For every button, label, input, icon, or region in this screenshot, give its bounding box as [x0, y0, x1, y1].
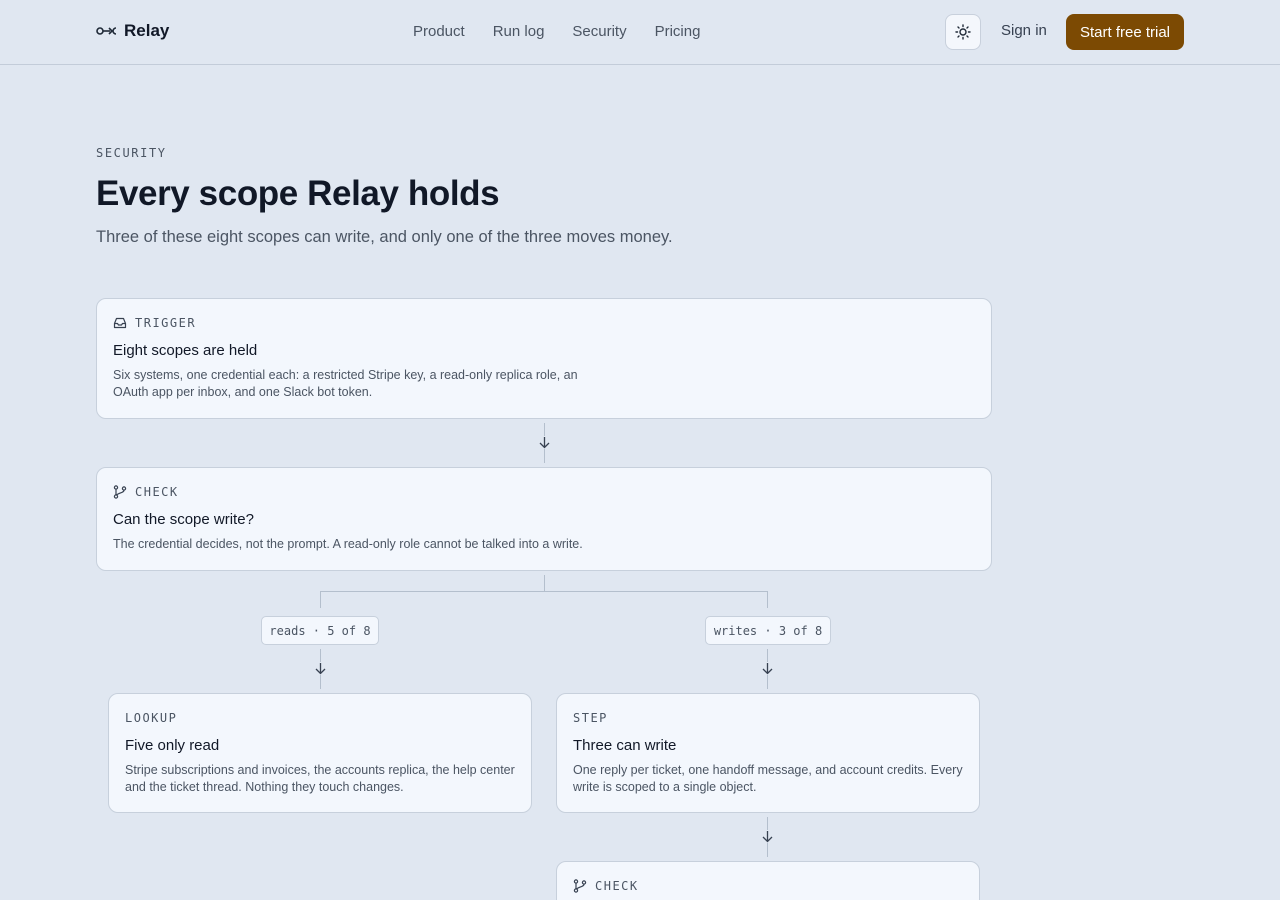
- inbox-icon: [113, 317, 127, 329]
- brand-logo[interactable]: Relay: [96, 21, 169, 41]
- brand-name: Relay: [124, 21, 170, 40]
- git-branch-icon: [113, 485, 127, 499]
- check-card: CHECK Can the scope write? The credentia…: [96, 467, 992, 571]
- nav-pricing[interactable]: Pricing: [655, 23, 701, 40]
- lookup-card: LOOKUP Five only read Stripe subscriptio…: [108, 693, 532, 813]
- card-title: Can the scope write?: [113, 511, 254, 528]
- nav-security[interactable]: Security: [572, 23, 626, 40]
- git-branch-icon: [573, 879, 587, 893]
- card-kind-label: LOOKUP: [125, 711, 178, 725]
- card-description: The credential decides, not the prompt. …: [113, 537, 583, 551]
- card-title: Eight scopes are held: [113, 342, 258, 359]
- connector-line: [544, 575, 545, 591]
- card-title: Five only read: [125, 737, 220, 754]
- check-card-2: CHECK: [556, 861, 980, 900]
- arrow-down-icon: [538, 436, 551, 449]
- card-kind-label: TRIGGER: [135, 316, 197, 330]
- arrow-down-icon: [761, 662, 774, 675]
- writes-branch-label: writes · 3 of 8: [705, 616, 831, 645]
- sun-icon: [955, 24, 971, 40]
- card-description: One reply per ticket, one handoff messag…: [573, 763, 963, 794]
- card-description: Stripe subscriptions and invoices, the a…: [125, 763, 515, 794]
- theme-toggle-button[interactable]: [945, 14, 981, 50]
- card-kind-label: CHECK: [595, 879, 639, 893]
- step-card: STEP Three can write One reply per ticke…: [556, 693, 980, 813]
- arrow-down-icon: [761, 830, 774, 843]
- main-nav: Product Run log Security Pricing: [413, 23, 700, 40]
- relay-logo-icon: [96, 27, 117, 35]
- site-header: Relay Product Run log Security Pricing S…: [0, 0, 1280, 65]
- sign-in-link[interactable]: Sign in: [1001, 22, 1047, 39]
- nav-run-log[interactable]: Run log: [493, 23, 545, 40]
- card-kind-label: STEP: [573, 711, 608, 725]
- arrow-down-icon: [314, 662, 327, 675]
- connector-line: [767, 591, 768, 608]
- page-title: Every scope Relay holds: [96, 174, 500, 213]
- start-free-trial-button[interactable]: Start free trial: [1066, 14, 1184, 50]
- reads-branch-label: reads · 5 of 8: [261, 616, 379, 645]
- card-description: Six systems, one credential each: a rest…: [113, 368, 578, 399]
- trigger-card: TRIGGER Eight scopes are held Six system…: [96, 298, 992, 419]
- nav-product[interactable]: Product: [413, 23, 465, 40]
- card-title: Three can write: [573, 737, 677, 754]
- connector-line: [320, 591, 321, 608]
- card-kind-label: CHECK: [135, 485, 179, 499]
- section-eyebrow: SECURITY: [96, 146, 167, 160]
- page-subtitle: Three of these eight scopes can write, a…: [96, 228, 673, 246]
- connector-line: [320, 591, 768, 592]
